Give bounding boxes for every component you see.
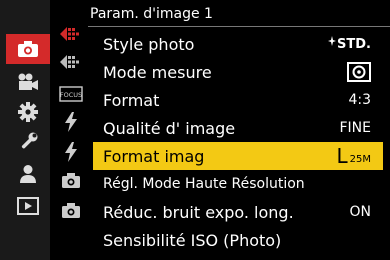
- menu-item-value: [323, 62, 383, 82]
- menu-item-style-photo[interactable]: Style photo STD.: [93, 30, 383, 58]
- focus-icon: FOCUS: [59, 86, 83, 102]
- wrench-icon: [21, 132, 38, 149]
- size-megapixels: 25M: [349, 154, 371, 165]
- metering-icon: [347, 62, 371, 82]
- menu-item-value: STD.: [323, 36, 383, 52]
- menu-item-label: Qualité d' image: [103, 118, 236, 138]
- grey-arrow-page-icon: [60, 55, 79, 69]
- menu-item-aspect-ratio[interactable]: Format 4:3: [93, 86, 383, 114]
- category-setup[interactable]: [8, 126, 48, 158]
- menu-item-value: 4:3: [348, 92, 371, 108]
- menu-item-label: Régl. Mode Haute Résolution: [103, 176, 305, 192]
- sub-page-camera-1[interactable]: [55, 168, 87, 192]
- menu-item-value: FINE: [339, 120, 372, 136]
- menu-item-quality[interactable]: Qualité d' image FINE: [93, 114, 383, 142]
- category-playback[interactable]: [8, 190, 48, 222]
- sub-page-rail: FOCUS: [50, 0, 88, 260]
- camera-small-icon: [62, 173, 80, 188]
- gear-icon: [18, 102, 38, 122]
- menu-item-long-exposure-nr[interactable]: Réduc. bruit expo. long. ON: [93, 198, 383, 226]
- category-my-menu[interactable]: [8, 158, 48, 190]
- sub-page-1[interactable]: [55, 22, 87, 46]
- menu-item-label: Format: [103, 90, 160, 110]
- flash-icon: [65, 112, 77, 132]
- menu-item-value: ON: [349, 204, 372, 220]
- category-rail: [0, 0, 50, 260]
- person-icon: [20, 165, 36, 183]
- category-video[interactable]: [8, 66, 48, 98]
- sub-page-flash-2[interactable]: [55, 140, 87, 164]
- menu-item-label: Format imag: [103, 146, 205, 166]
- sub-page-camera-2[interactable]: [55, 198, 87, 222]
- menu-item-iso-sensitivity[interactable]: Sensibilité ISO (Photo): [93, 226, 383, 254]
- menu-item-high-res-mode[interactable]: Régl. Mode Haute Résolution: [93, 170, 383, 198]
- flash-icon: [65, 142, 77, 162]
- menu-item-metering-mode[interactable]: Mode mesure: [93, 58, 383, 86]
- page-title: Param. d'image 1: [90, 6, 213, 22]
- menu-item-label: Mode mesure: [103, 62, 212, 82]
- menu-item-value: L 25M: [323, 146, 383, 166]
- category-custom[interactable]: [8, 96, 48, 128]
- menu-item-label: Style photo: [103, 34, 195, 54]
- menu-item-label: Réduc. bruit expo. long.: [103, 202, 294, 222]
- menu-item-image-size[interactable]: Format imag L 25M: [93, 142, 383, 170]
- sub-page-2[interactable]: [55, 50, 87, 74]
- camera-small-icon: [62, 203, 80, 218]
- title-divider: [88, 26, 390, 27]
- camera-menu-screen: FOCUS Param. d'image 1 Style photo STD. …: [0, 0, 390, 260]
- menu-item-label: Sensibilité ISO (Photo): [103, 230, 282, 250]
- focus-icon-text: FOCUS: [60, 91, 82, 99]
- style-value: STD.: [337, 36, 371, 52]
- red-arrow-page-icon: [60, 27, 79, 41]
- play-icon: [17, 197, 39, 215]
- category-photo[interactable]: [6, 34, 50, 64]
- sub-page-focus[interactable]: FOCUS: [55, 82, 87, 106]
- camera-icon: [18, 41, 38, 57]
- movie-camera-icon: [18, 73, 38, 90]
- size-letter: L: [336, 144, 348, 168]
- sparkle-icon: [328, 36, 337, 46]
- sub-page-flash-1[interactable]: [55, 110, 87, 134]
